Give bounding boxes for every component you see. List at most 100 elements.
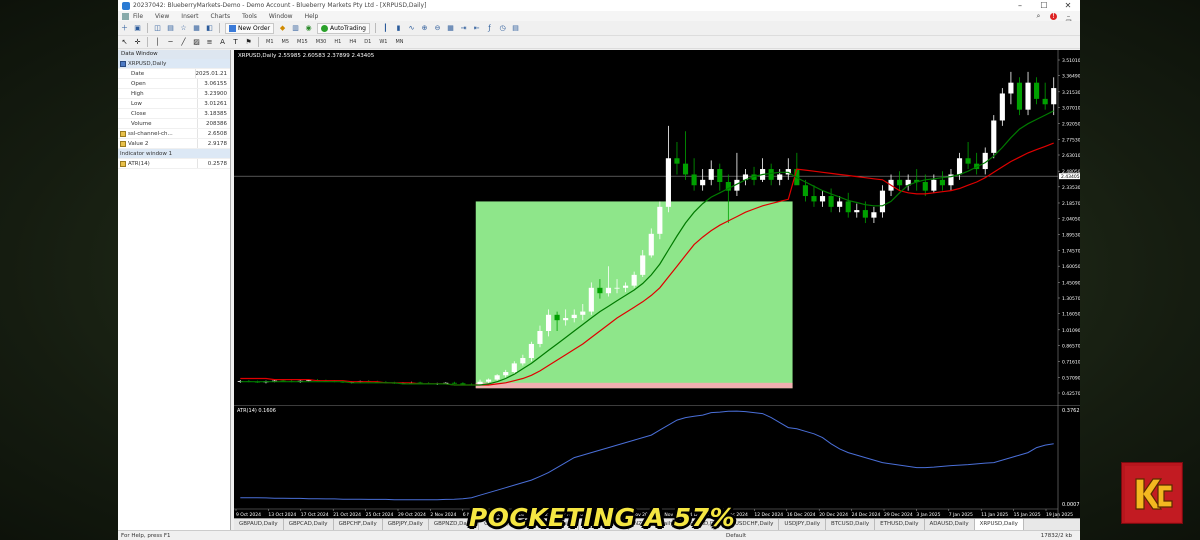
timeframe-mn[interactable]: MN bbox=[395, 39, 403, 45]
new-chart-icon[interactable]: ＋ bbox=[119, 23, 130, 33]
restore-icon[interactable]: – ❐ ✕ bbox=[1065, 12, 1072, 33]
crosshair-icon[interactable]: ✛ bbox=[132, 37, 143, 47]
metaeditor-icon[interactable]: ◆ bbox=[277, 23, 288, 33]
chart-tab-ethusd[interactable]: ETHUSD,Daily bbox=[875, 519, 925, 530]
candle-body bbox=[691, 174, 697, 186]
label-icon[interactable]: T bbox=[230, 37, 241, 47]
candle-body bbox=[511, 363, 517, 373]
market-icon[interactable]: ▥ bbox=[290, 23, 301, 33]
price-axis-label: 1.89530 bbox=[1062, 232, 1080, 238]
timeframe-m1[interactable]: M1 bbox=[266, 39, 274, 45]
profiles-icon[interactable]: ▣ bbox=[132, 23, 143, 33]
menu-file[interactable]: File bbox=[133, 13, 143, 20]
indicator-icon bbox=[120, 140, 126, 147]
maximize-icon[interactable]: ☐ bbox=[1032, 1, 1056, 10]
market-watch-icon[interactable]: ◫ bbox=[152, 23, 163, 33]
trendline-icon[interactable]: ╱ bbox=[178, 37, 189, 47]
timeframe-m15[interactable]: M15 bbox=[297, 39, 308, 45]
line-chart-icon[interactable]: ∿ bbox=[406, 23, 417, 33]
navigator-icon[interactable]: ☆ bbox=[178, 23, 189, 33]
timeframe-h4[interactable]: H4 bbox=[349, 39, 356, 45]
auto-trading-icon bbox=[321, 24, 329, 32]
candle-body bbox=[828, 196, 834, 207]
candle-body bbox=[999, 93, 1005, 121]
chart-tab-gbpaud[interactable]: GBPAUD,Daily bbox=[234, 519, 284, 530]
search-icon[interactable]: ⌕ bbox=[1035, 12, 1042, 20]
candle-body bbox=[674, 158, 680, 164]
candle-body bbox=[1051, 88, 1057, 105]
candle-body bbox=[854, 210, 860, 213]
chart-tab-btcusd[interactable]: BTCUSD,Daily bbox=[826, 519, 876, 530]
timeframe-w1[interactable]: W1 bbox=[379, 39, 387, 45]
horizontal-line-icon[interactable]: ─ bbox=[165, 37, 176, 47]
timeframe-h1[interactable]: H1 bbox=[334, 39, 341, 45]
chart-tab-gbpchf[interactable]: GBPCHF,Daily bbox=[334, 519, 383, 530]
price-axis-label: 1.60050 bbox=[1062, 264, 1080, 270]
text-icon[interactable]: A bbox=[217, 37, 228, 47]
signals-icon[interactable]: ◉ bbox=[303, 23, 314, 33]
close-icon[interactable]: ✕ bbox=[1056, 1, 1080, 10]
candle-body bbox=[768, 169, 774, 180]
candle-body bbox=[1034, 82, 1040, 99]
vertical-line-icon[interactable]: │ bbox=[152, 37, 163, 47]
price-chart[interactable]: 3.51010 3.36490 3.21530 3.07010 2.92050 2.775… bbox=[234, 50, 1080, 405]
timeframe-d1[interactable]: D1 bbox=[364, 39, 371, 45]
auto-scroll-icon[interactable]: ⇥ bbox=[458, 23, 469, 33]
auto-trading-button[interactable]: AutoTrading bbox=[317, 22, 370, 34]
alert-icon[interactable]: ! bbox=[1050, 12, 1057, 20]
candle-body bbox=[503, 372, 509, 376]
chart-header: XRPUSD,Daily 2.55985 2.60583 2.37899 2.4… bbox=[238, 53, 375, 59]
chart-tab-adausd[interactable]: ADAUSD,Daily bbox=[925, 519, 975, 530]
templates-icon[interactable]: ▤ bbox=[510, 23, 521, 33]
data-window-icon[interactable]: ▤ bbox=[165, 23, 176, 33]
indicator-icon bbox=[120, 130, 126, 137]
channel-icon[interactable]: ▨ bbox=[191, 37, 202, 47]
minimize-icon[interactable]: – bbox=[1008, 1, 1032, 10]
timeframe-m30[interactable]: M30 bbox=[316, 39, 327, 45]
data-window-symbol-row: XRPUSD,Daily bbox=[118, 59, 230, 69]
candle-body bbox=[605, 287, 612, 294]
indicators-icon[interactable]: ƒ bbox=[484, 23, 495, 33]
timeframe-m5[interactable]: M5 bbox=[282, 39, 290, 45]
terminal-icon[interactable]: ▦ bbox=[191, 23, 202, 33]
candle-body bbox=[486, 379, 492, 382]
zoom-in-icon[interactable]: ⊕ bbox=[419, 23, 430, 33]
price-axis-label: 0.86570 bbox=[1062, 343, 1080, 349]
cursor-icon[interactable]: ↖ bbox=[119, 37, 130, 47]
current-price-label: 2.43405 bbox=[1061, 174, 1080, 180]
menu-charts[interactable]: Charts bbox=[211, 13, 231, 20]
data-row-close: Close 3.18385 bbox=[118, 109, 230, 119]
price-axis-label: 1.45090 bbox=[1062, 280, 1080, 286]
fibonacci-icon[interactable]: ≡ bbox=[204, 37, 215, 47]
standard-toolbar: ＋ ▣ ◫ ▤ ☆ ▦ ◧ New Order ◆ ▥ ◉ AutoTradin… bbox=[118, 21, 1080, 36]
candle-body bbox=[614, 287, 620, 289]
document-icon bbox=[122, 12, 129, 20]
tester-icon[interactable]: ◧ bbox=[204, 23, 215, 33]
chart-tab-xrpusd[interactable]: XRPUSD,Daily bbox=[974, 519, 1024, 530]
tile-windows-icon[interactable]: ▦ bbox=[445, 23, 456, 33]
menu-tools[interactable]: Tools bbox=[242, 13, 257, 20]
menu-window[interactable]: Window bbox=[269, 13, 293, 20]
bar-chart-icon[interactable]: ┃ bbox=[380, 23, 391, 33]
chart-tab-usdjpy[interactable]: USDJPY,Daily bbox=[779, 519, 827, 530]
arrow-icon[interactable]: ⚑ bbox=[243, 37, 254, 47]
menu-insert[interactable]: Insert bbox=[181, 13, 198, 20]
chart-tab-gbpjpy[interactable]: GBPJPY,Daily bbox=[383, 519, 429, 530]
chart-shift-icon[interactable]: ⇤ bbox=[471, 23, 482, 33]
candle-body bbox=[956, 158, 963, 175]
new-order-button[interactable]: New Order bbox=[225, 22, 275, 34]
chart-area[interactable]: 3.51010 3.36490 3.21530 3.07010 2.92050 2.775… bbox=[234, 50, 1080, 530]
price-axis-label: 2.04050 bbox=[1062, 217, 1080, 223]
candlestick-icon[interactable]: ▮ bbox=[393, 23, 404, 33]
data-row-date: Date 2025.01.21 bbox=[118, 69, 230, 79]
chart-tab-gbpcad[interactable]: GBPCAD,Daily bbox=[284, 519, 334, 530]
menu-help[interactable]: Help bbox=[305, 13, 319, 20]
data-row-high: High 3.23900 bbox=[118, 89, 230, 99]
candle-body bbox=[871, 212, 877, 218]
price-axis-label: 1.74570 bbox=[1062, 248, 1080, 254]
periods-icon[interactable]: ◷ bbox=[497, 23, 508, 33]
menu-view[interactable]: View bbox=[155, 13, 169, 20]
video-caption: POCKETING A 57% RETURN bbox=[468, 503, 736, 532]
zoom-out-icon[interactable]: ⊖ bbox=[432, 23, 443, 33]
candle-body bbox=[657, 206, 663, 234]
